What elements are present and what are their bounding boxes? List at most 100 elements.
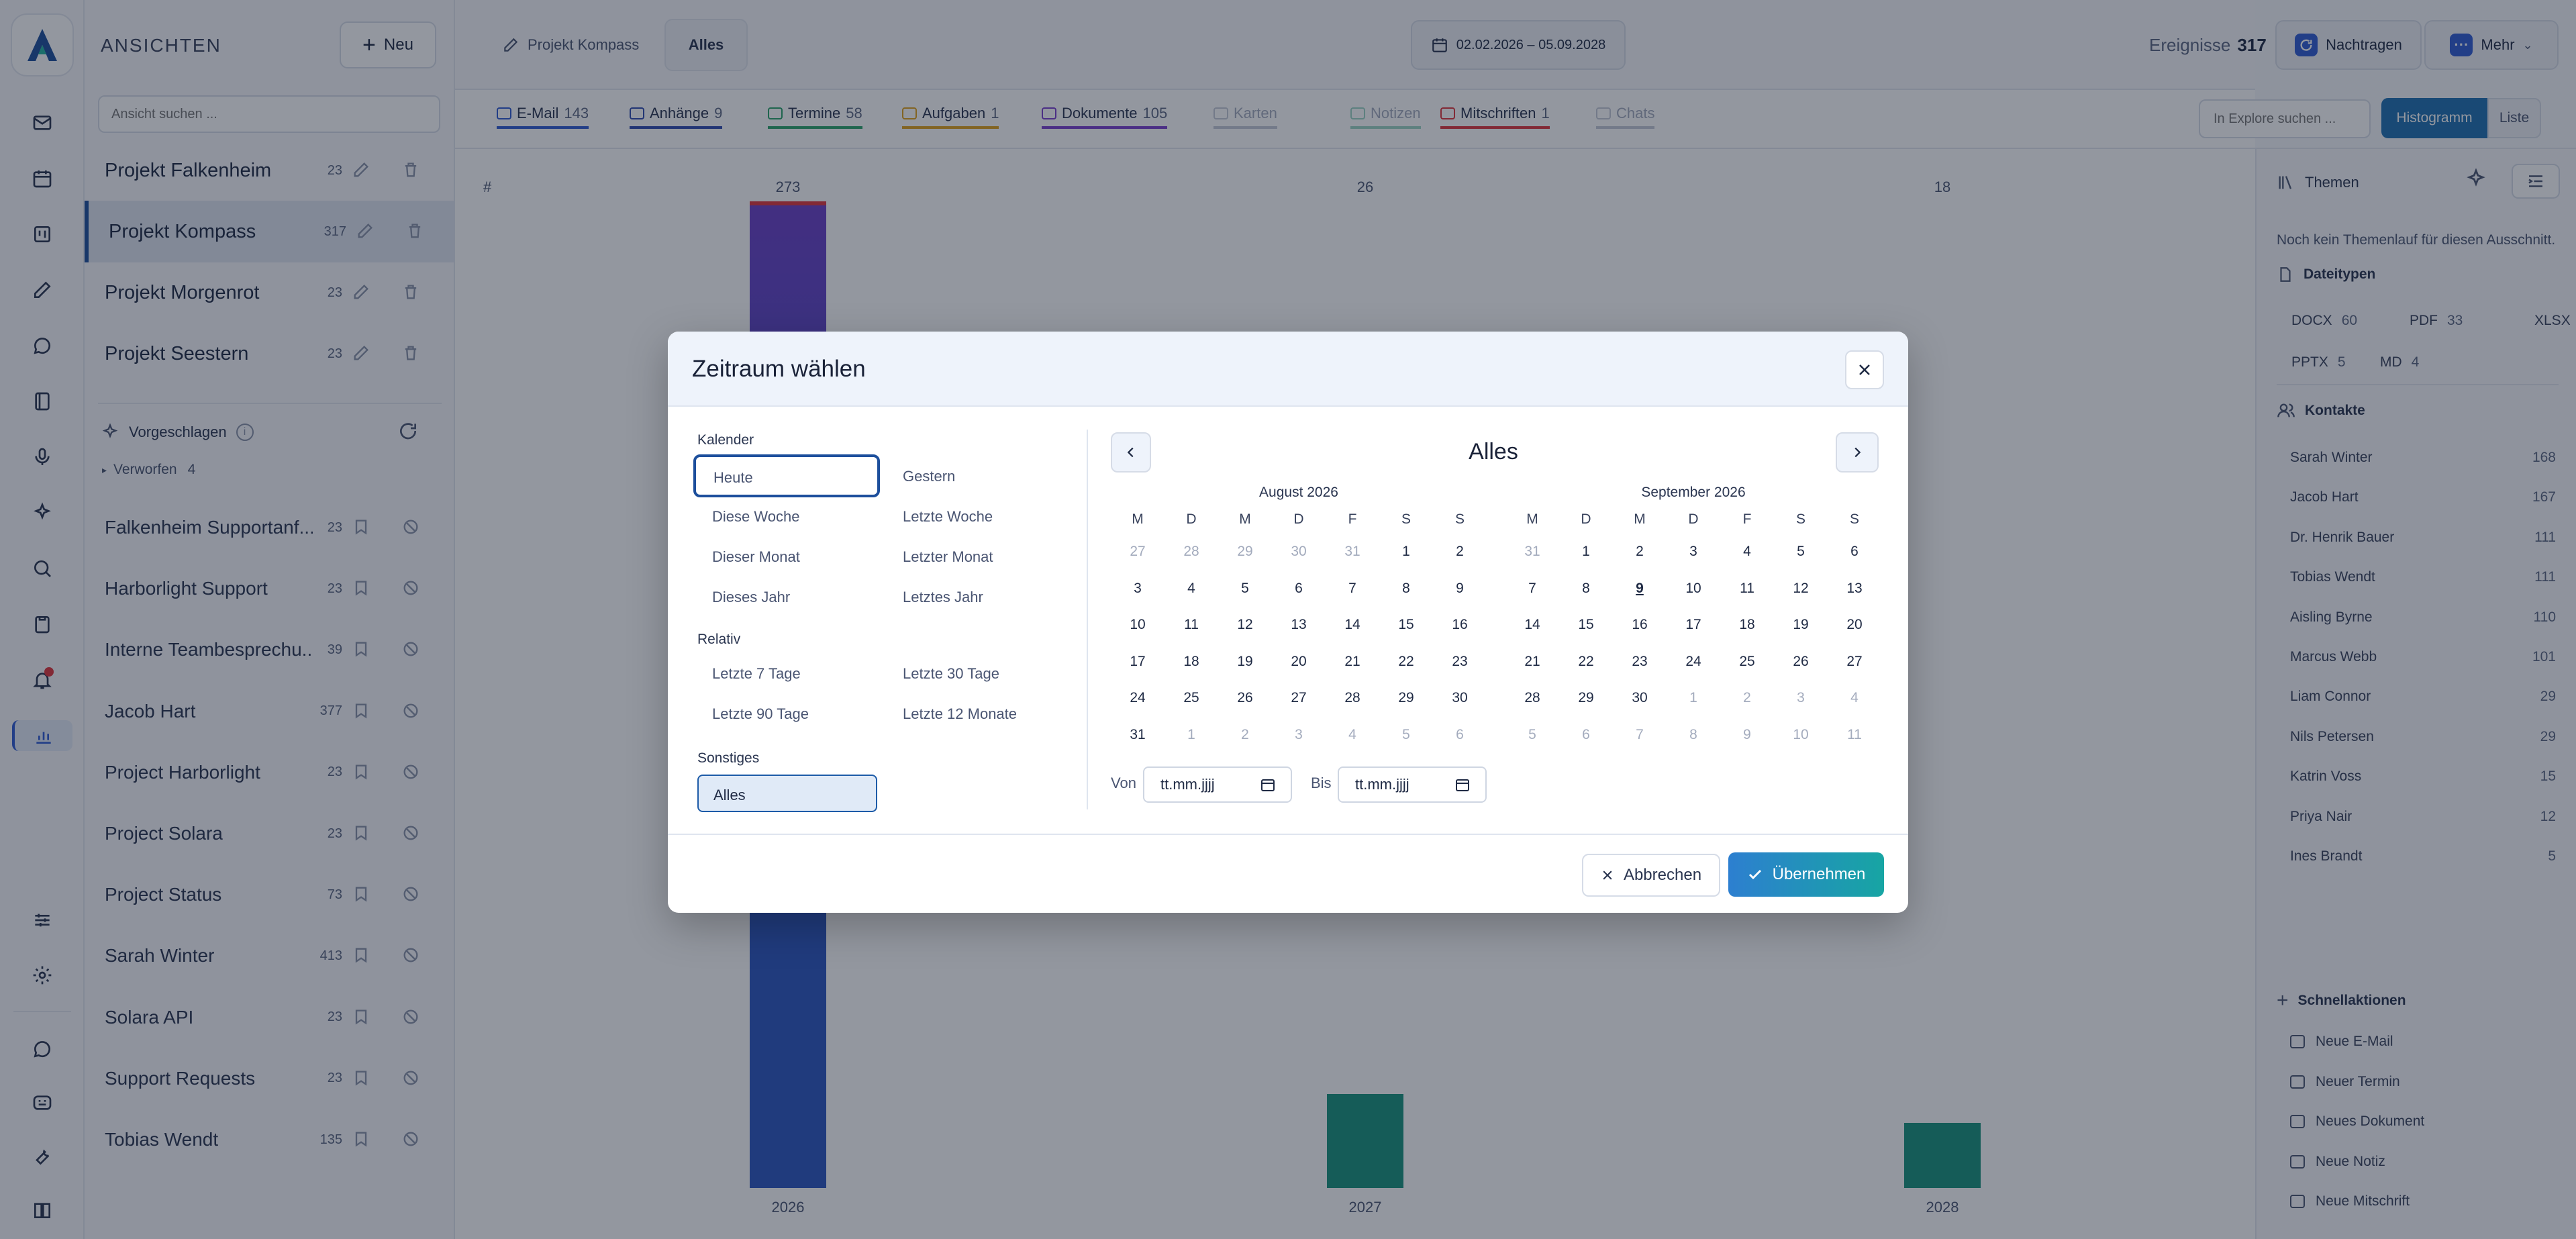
calendar-day[interactable]: 29 [1379,690,1433,706]
calendar-day[interactable]: 3 [1667,544,1720,560]
calendar-day[interactable]: 18 [1720,617,1774,633]
calendar-day[interactable]: 30 [1272,544,1326,560]
calendar-day[interactable]: 3 [1111,581,1165,597]
preset-last-7-days[interactable]: Letzte 7 Tage [712,665,801,683]
preset-this-month[interactable]: Dieser Monat [712,548,800,566]
calendar-day[interactable]: 5 [1774,544,1828,560]
calendar-day-today[interactable]: 9 [1613,581,1667,597]
calendar-day[interactable]: 10 [1667,581,1720,597]
calendar-day[interactable]: 4 [1828,690,1881,706]
calendar-day[interactable]: 6 [1828,544,1881,560]
calendar-day[interactable]: 5 [1218,581,1272,597]
calendar-day[interactable]: 31 [1326,544,1379,560]
preset-today[interactable]: Heute [693,454,880,497]
calendar-day[interactable]: 31 [1111,727,1165,743]
preset-last-week[interactable]: Letzte Woche [903,508,993,526]
calendar-day[interactable]: 23 [1433,654,1487,670]
calendar-day[interactable]: 3 [1774,690,1828,706]
calendar-day[interactable]: 30 [1433,690,1487,706]
preset-yesterday[interactable]: Gestern [903,468,955,485]
to-date-input[interactable]: tt.mm.jjjj [1338,766,1487,803]
calendar-day[interactable]: 22 [1559,654,1613,670]
calendar-day[interactable]: 25 [1720,654,1774,670]
calendar-day[interactable]: 11 [1720,581,1774,597]
calendar-day[interactable]: 4 [1326,727,1379,743]
preset-all[interactable]: Alles [697,775,877,812]
calendar-day[interactable]: 25 [1165,690,1218,706]
calendar-day[interactable]: 26 [1774,654,1828,670]
calendar-day[interactable]: 13 [1272,617,1326,633]
calendar-day[interactable]: 15 [1559,617,1613,633]
preset-last-12-months[interactable]: Letzte 12 Monate [903,705,1017,723]
calendar-day[interactable]: 6 [1559,727,1613,743]
calendar-day[interactable]: 7 [1505,581,1559,597]
calendar-day[interactable]: 8 [1667,727,1720,743]
preset-last-90-days[interactable]: Letzte 90 Tage [712,705,809,723]
calendar-day[interactable]: 22 [1379,654,1433,670]
calendar-day[interactable]: 23 [1613,654,1667,670]
apply-button[interactable]: Übernehmen [1728,852,1884,897]
calendar-day[interactable]: 28 [1165,544,1218,560]
calendar-day[interactable]: 1 [1165,727,1218,743]
calendar-day[interactable]: 5 [1505,727,1559,743]
calendar-day[interactable]: 20 [1828,617,1881,633]
calendar-day[interactable]: 24 [1667,654,1720,670]
calendar-day[interactable]: 21 [1326,654,1379,670]
close-button[interactable] [1845,350,1884,389]
calendar-day[interactable]: 6 [1433,727,1487,743]
calendar-day[interactable]: 5 [1379,727,1433,743]
calendar-day[interactable]: 24 [1111,690,1165,706]
preset-this-year[interactable]: Dieses Jahr [712,589,790,606]
calendar-day[interactable]: 27 [1111,544,1165,560]
calendar-day[interactable]: 11 [1165,617,1218,633]
next-month-button[interactable] [1836,432,1879,473]
cancel-button[interactable]: Abbrechen [1582,854,1720,897]
calendar-day[interactable]: 16 [1433,617,1487,633]
calendar-day[interactable]: 9 [1433,581,1487,597]
calendar-day[interactable]: 30 [1613,690,1667,706]
calendar-day[interactable]: 3 [1272,727,1326,743]
calendar-day[interactable]: 17 [1667,617,1720,633]
preset-last-30-days[interactable]: Letzte 30 Tage [903,665,999,683]
calendar-day[interactable]: 18 [1165,654,1218,670]
calendar-day[interactable]: 14 [1505,617,1559,633]
calendar-day[interactable]: 14 [1326,617,1379,633]
calendar-day[interactable]: 28 [1326,690,1379,706]
calendar-day[interactable]: 10 [1111,617,1165,633]
calendar-day[interactable]: 1 [1379,544,1433,560]
calendar-day[interactable]: 10 [1774,727,1828,743]
calendar-day[interactable]: 31 [1505,544,1559,560]
calendar-day[interactable]: 8 [1559,581,1613,597]
calendar-day[interactable]: 13 [1828,581,1881,597]
calendar-day[interactable]: 26 [1218,690,1272,706]
calendar-day[interactable]: 27 [1828,654,1881,670]
calendar-day[interactable]: 29 [1218,544,1272,560]
calendar-day[interactable]: 2 [1218,727,1272,743]
calendar-day[interactable]: 12 [1218,617,1272,633]
calendar-day[interactable]: 6 [1272,581,1326,597]
calendar-day[interactable]: 7 [1326,581,1379,597]
calendar-day[interactable]: 2 [1613,544,1667,560]
calendar-day[interactable]: 16 [1613,617,1667,633]
calendar-day[interactable]: 17 [1111,654,1165,670]
calendar-day[interactable]: 8 [1379,581,1433,597]
calendar-day[interactable]: 7 [1613,727,1667,743]
calendar-day[interactable]: 29 [1559,690,1613,706]
calendar-day[interactable]: 4 [1720,544,1774,560]
calendar-day[interactable]: 12 [1774,581,1828,597]
preset-this-week[interactable]: Diese Woche [712,508,799,526]
prev-month-button[interactable] [1111,432,1151,473]
calendar-day[interactable]: 1 [1667,690,1720,706]
calendar-day[interactable]: 11 [1828,727,1881,743]
calendar-day[interactable]: 9 [1720,727,1774,743]
calendar-day[interactable]: 19 [1774,617,1828,633]
calendar-day[interactable]: 27 [1272,690,1326,706]
calendar-day[interactable]: 2 [1720,690,1774,706]
calendar-day[interactable]: 28 [1505,690,1559,706]
calendar-day[interactable]: 21 [1505,654,1559,670]
calendar-day[interactable]: 4 [1165,581,1218,597]
preset-last-year[interactable]: Letztes Jahr [903,589,983,606]
calendar-day[interactable]: 19 [1218,654,1272,670]
calendar-day[interactable]: 15 [1379,617,1433,633]
calendar-day[interactable]: 20 [1272,654,1326,670]
